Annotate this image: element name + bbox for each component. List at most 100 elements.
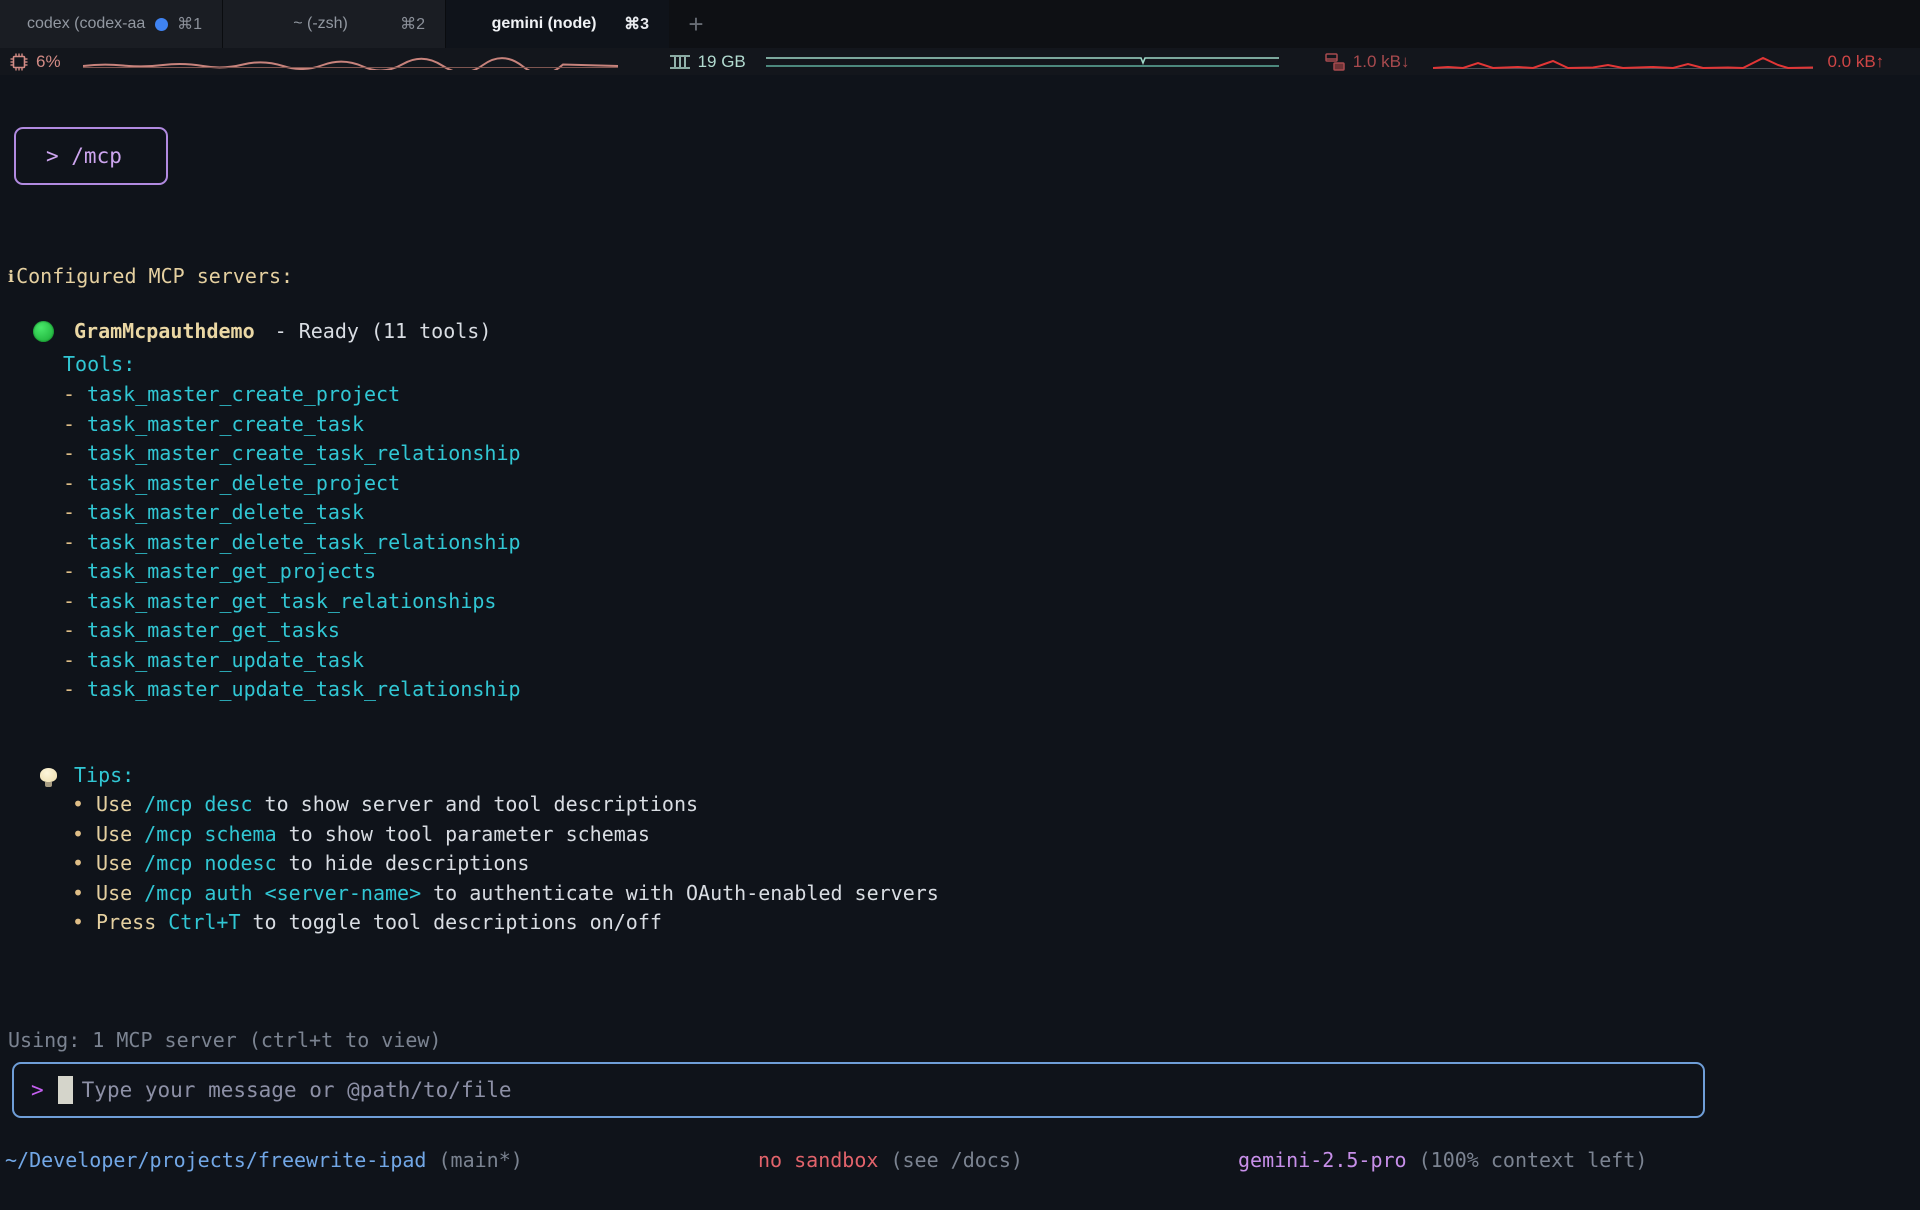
tab-bar: codex (codex-aar... ⌘1 ~ (-zsh) ⌘2 gemin…: [0, 0, 1920, 48]
server-name: GramMcpauthdemo: [74, 319, 255, 343]
tool-bullet: -: [63, 500, 75, 524]
tool-item: -task_master_get_task_relationships: [63, 589, 496, 613]
network-down-graph: [1433, 53, 1813, 71]
terminal-content: > /mcp ℹ Configured MCP servers: GramMcp…: [0, 75, 1920, 1210]
new-tab-button[interactable]: +: [669, 0, 723, 48]
tip-command: /mcp auth <server-name>: [144, 881, 421, 905]
tip-prefix: Use: [96, 851, 132, 875]
memory-graph: [766, 54, 1279, 70]
tool-bullet: -: [63, 412, 75, 436]
activity-dot-icon: [155, 18, 168, 31]
tip-item: •Use/mcp descto show server and tool des…: [72, 792, 698, 816]
tool-name: task_master_get_tasks: [87, 618, 340, 642]
tool-item: -task_master_update_task_relationship: [63, 677, 521, 701]
tip-suffix: to hide descriptions: [289, 851, 530, 875]
executed-command: > /mcp: [46, 144, 122, 168]
tool-item: -task_master_delete_task: [63, 500, 364, 524]
server-status-line: GramMcpauthdemo - Ready (11 tools): [33, 319, 491, 343]
tip-item: •PressCtrl+Tto toggle tool descriptions …: [72, 910, 662, 934]
tools-label: Tools:: [63, 352, 135, 376]
tool-item: -task_master_delete_task_relationship: [63, 530, 521, 554]
tip-item: • Use/mcp nodesc to hide descriptions: [72, 851, 529, 875]
footer-sandbox-status: no sandbox (see /docs): [758, 1148, 1023, 1172]
server-status: - Ready (11 tools): [275, 319, 492, 343]
tool-bullet: -: [63, 618, 75, 642]
tab-shortcut: ⌘1: [177, 14, 202, 34]
network-down-stat: 1.0 kB↓: [1323, 51, 1410, 73]
mcp-usage-status: Using: 1 MCP server (ctrl+t to view): [8, 1028, 441, 1052]
git-branch: [426, 1148, 438, 1172]
tool-name: task_master_delete_task_relationship: [87, 530, 520, 554]
tool-name: task_master_get_projects: [87, 559, 376, 583]
tips-header: Tips:: [40, 763, 134, 787]
tool-bullet: -: [63, 559, 75, 583]
chip-icon: [8, 51, 30, 73]
footer-model-info: gemini-2.5-pro (100% context left): [1238, 1148, 1647, 1172]
tab-codex[interactable]: codex (codex-aar... ⌘1: [0, 0, 223, 48]
tip-bullet: •: [72, 792, 84, 816]
tab-gemini[interactable]: gemini (node) ⌘3: [446, 0, 669, 48]
tip-suffix: to show server and tool descriptions: [265, 792, 698, 816]
tip-bullet: •: [72, 851, 84, 875]
ram-icon: [668, 52, 692, 72]
network-icon: [1323, 51, 1347, 73]
system-status-bar: 6% 19 GB 1.0 kB↓ 0.0 kB↑: [0, 48, 1920, 75]
tool-bullet: -: [63, 382, 75, 406]
lightbulb-icon: [40, 768, 57, 782]
tip-bullet: •: [72, 881, 84, 905]
tool-item: -task_master_get_projects: [63, 559, 376, 583]
tool-bullet: -: [63, 648, 75, 672]
tip-prefix: Press: [96, 910, 156, 934]
tip-command: Ctrl+T: [168, 910, 240, 934]
tool-bullet: -: [63, 677, 75, 701]
mcp-servers-header: ℹ Configured MCP servers:: [8, 264, 293, 288]
tool-item: -task_master_create_project: [63, 382, 400, 406]
tool-bullet: -: [63, 530, 75, 554]
tab-label: codex (codex-aar...: [27, 15, 146, 33]
input-placeholder: Type your message or @path/to/file: [82, 1078, 512, 1102]
tip-item: • Use/mcp schema to show tool parameter sc…: [72, 822, 650, 846]
tip-prefix: Use: [96, 822, 132, 846]
cpu-stat: 6%: [8, 51, 61, 73]
cpu-percent: 6%: [36, 52, 61, 72]
executed-command-box: > /mcp: [14, 127, 168, 185]
tool-name: task_master_create_task: [87, 412, 364, 436]
tip-bullet: •: [72, 910, 84, 934]
network-down-value: 1.0 kB↓: [1353, 52, 1410, 72]
tool-name: task_master_update_task: [87, 648, 364, 672]
tool-bullet: -: [63, 471, 75, 495]
server-ready-icon: [33, 321, 54, 342]
tips-label: Tips:: [74, 763, 134, 787]
tab-shortcut: ⌘3: [624, 14, 649, 34]
footer-working-directory: ~/Developer/projects/freewrite-ipad (mai…: [5, 1148, 523, 1172]
input-prompt: >: [31, 1078, 44, 1102]
info-icon: ℹ: [8, 267, 14, 286]
tip-bullet: •: [72, 822, 84, 846]
tip-command: /mcp schema: [144, 822, 276, 846]
tip-item: • Use/mcp auth <server-name> to authentica…: [72, 881, 939, 905]
memory-value: 19 GB: [698, 52, 746, 72]
tip-suffix: to show tool parameter schemas: [289, 822, 650, 846]
tip-prefix: Use: [96, 881, 132, 905]
tool-item: -task_master_get_tasks: [63, 618, 340, 642]
tip-suffix: to authenticate with OAuth-enabled serve…: [433, 881, 939, 905]
network-up-value: 0.0 kB↑: [1827, 52, 1884, 72]
message-input[interactable]: > Type your message or @path/to/file: [12, 1062, 1705, 1118]
cpu-graph: [83, 54, 618, 70]
tool-item: -task_master_create_task: [63, 412, 364, 436]
text-cursor: [58, 1076, 73, 1104]
tool-bullet: -: [63, 589, 75, 613]
tab-shortcut: ⌘2: [400, 14, 425, 34]
tool-name: task_master_create_project: [87, 382, 400, 406]
tool-name: task_master_delete_project: [87, 471, 400, 495]
tool-item: -task_master_create_task_relationship: [63, 441, 521, 465]
tool-name: task_master_delete_task: [87, 500, 364, 524]
tool-name: task_master_create_task_relationship: [87, 441, 520, 465]
tool-item: -task_master_delete_project: [63, 471, 400, 495]
tool-item: -task_master_update_task: [63, 648, 364, 672]
tip-prefix: Use: [96, 792, 132, 816]
tab-zsh[interactable]: ~ (-zsh) ⌘2: [223, 0, 446, 48]
tool-name: task_master_get_task_relationships: [87, 589, 496, 613]
tip-command: /mcp nodesc: [144, 851, 276, 875]
tab-label: gemini (node): [473, 15, 615, 33]
